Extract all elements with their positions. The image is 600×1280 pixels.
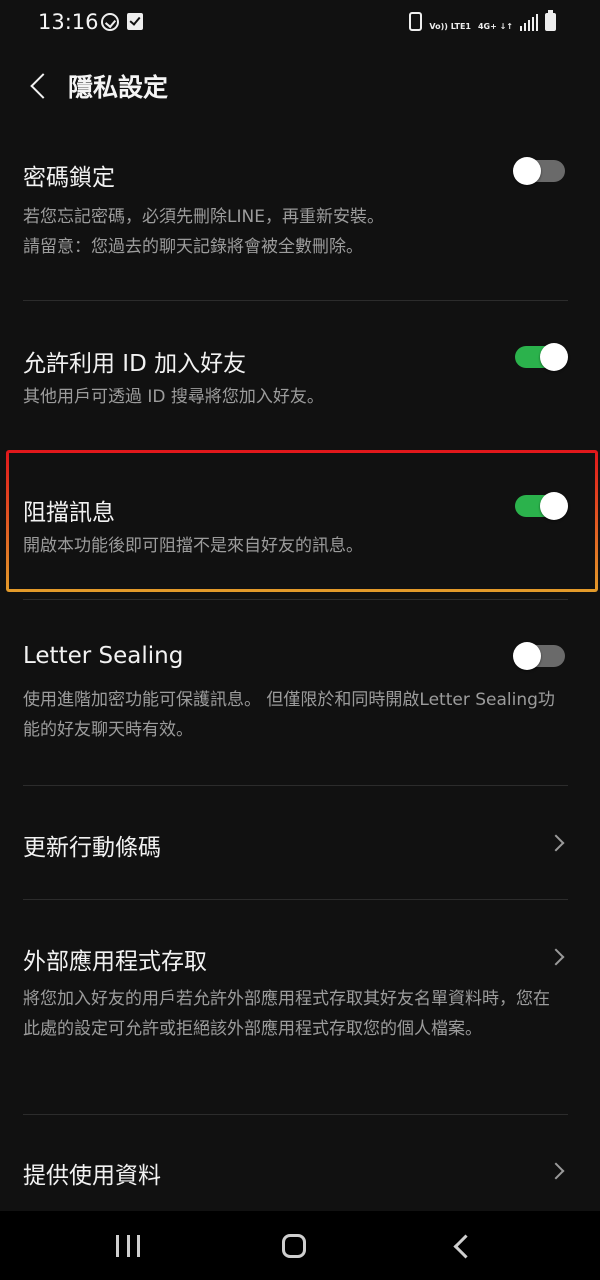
divider [23, 899, 568, 900]
allow-add-by-id-toggle[interactable] [515, 343, 568, 371]
setting-letter-sealing[interactable]: Letter Sealing 使用進階加密功能可保護訊息。 但僅限於和同時開啟L… [0, 635, 600, 785]
block-messages-toggle[interactable] [515, 492, 568, 520]
home-icon[interactable] [282, 1234, 306, 1258]
setting-description: 開啟本功能後即可阻擋不是來自好友的訊息。 [23, 536, 363, 556]
system-navigation-bar [0, 1211, 600, 1280]
setting-title: Letter Sealing [23, 643, 184, 669]
setting-title: 提供使用資料 [23, 1163, 161, 1189]
setting-description: 其他用戶可透過 ID 搜尋將您加入好友。 [23, 387, 324, 407]
divider [23, 599, 568, 600]
setting-title: 更新行動條碼 [23, 835, 161, 861]
status-time: 13:16 [38, 10, 99, 34]
passcode-lock-toggle[interactable] [513, 157, 565, 185]
setting-provide-usage-data[interactable]: 提供使用資料 [0, 1148, 600, 1208]
chevron-right-icon [552, 951, 564, 963]
chevron-right-icon [552, 837, 564, 849]
setting-update-qr-code[interactable]: 更新行動條碼 [0, 820, 600, 900]
chevron-right-icon [552, 1165, 564, 1177]
sync-check-icon [101, 13, 119, 31]
battery-icon [545, 10, 556, 31]
header: 隱私設定 [0, 58, 600, 114]
nfc-icon [409, 12, 423, 31]
setting-title: 外部應用程式存取 [23, 949, 207, 975]
back-icon[interactable] [451, 1236, 471, 1256]
setting-description: 若您忘記密碼，必須先刪除LINE，再重新安裝。 請留意：您過去的聊天記錄將會被全… [23, 207, 384, 257]
toggle-knob [513, 642, 541, 670]
recents-icon[interactable] [116, 1235, 140, 1257]
status-bar: 13:16 Vo)) LTE1 4G+ ↓↑ [0, 0, 600, 46]
divider [23, 1114, 568, 1115]
signal-icon [520, 13, 538, 31]
setting-passcode-lock[interactable]: 密碼鎖定 若您忘記密碼，必須先刪除LINE，再重新安裝。 請留意：您過去的聊天記… [0, 150, 600, 302]
divider [23, 785, 568, 786]
setting-title: 允許利用 ID 加入好友 [23, 351, 247, 377]
volte-indicator: Vo)) LTE1 [429, 22, 471, 31]
setting-allow-add-by-id[interactable]: 允許利用 ID 加入好友 其他用戶可透過 ID 搜尋將您加入好友。 [0, 336, 600, 446]
setting-description: 將您加入好友的用戶若允許外部應用程式存取其好友名單資料時，您在此處的設定可允許或… [23, 989, 550, 1039]
setting-external-app-access[interactable]: 外部應用程式存取 將您加入好友的用戶若允許外部應用程式存取其好友名單資料時，您在… [0, 934, 600, 1114]
toggle-knob [540, 492, 568, 520]
toggle-knob [513, 157, 541, 185]
setting-title: 阻擋訊息 [23, 500, 115, 526]
letter-sealing-toggle[interactable] [513, 642, 565, 670]
setting-description: 使用進階加密功能可保護訊息。 但僅限於和同時開啟Letter Sealing功能… [23, 690, 555, 740]
back-arrow-icon[interactable] [28, 74, 50, 96]
toggle-knob [540, 343, 568, 371]
network-indicator: 4G+ ↓↑ [477, 22, 513, 31]
setting-title: 密碼鎖定 [23, 165, 115, 191]
setting-block-messages[interactable]: 阻擋訊息 開啟本功能後即可阻擋不是來自好友的訊息。 [0, 485, 600, 585]
page-title: 隱私設定 [68, 73, 169, 102]
divider [23, 300, 568, 301]
checkbox-notification-icon [127, 13, 143, 30]
status-indicators: Vo)) LTE1 4G+ ↓↑ [409, 10, 556, 31]
